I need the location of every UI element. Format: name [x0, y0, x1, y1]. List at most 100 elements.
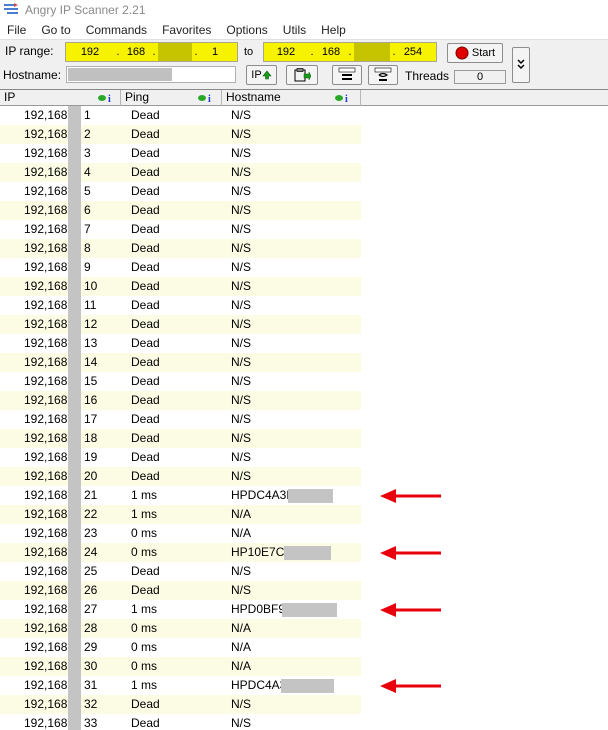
- ip-prefix: 192,168,: [24, 640, 71, 654]
- ip-last-octet: 30: [84, 659, 98, 673]
- ping-value: 1 ms: [131, 602, 158, 616]
- ip-prefix: 192,168,: [24, 355, 71, 369]
- status-alive-icon: [4, 621, 20, 637]
- ip-last-octet: 3: [84, 146, 91, 160]
- ip-prefix: 192,168,: [24, 127, 71, 141]
- annotation-arrow: [380, 603, 442, 617]
- paste-button[interactable]: [286, 65, 318, 85]
- redacted-ip-octet: [68, 239, 81, 258]
- svg-text:i: i: [345, 94, 348, 103]
- ip-button-label: IP: [251, 69, 262, 81]
- status-dead-icon: [4, 412, 20, 428]
- class-c-next-button[interactable]: [368, 65, 398, 85]
- table-row[interactable]: 192,168, 19 Dead N/S: [0, 448, 361, 467]
- status-dead-icon: [4, 336, 20, 352]
- ip-lookup-button[interactable]: IP: [246, 65, 277, 85]
- redacted-ip-octet: [68, 315, 81, 334]
- redacted-ip-octet: [68, 676, 81, 695]
- table-row[interactable]: 192,168, 12 Dead N/S: [0, 315, 361, 334]
- table-row[interactable]: 192,168, 15 Dead N/S: [0, 372, 361, 391]
- table-row[interactable]: 192,168, 30 0 ms N/A: [0, 657, 361, 676]
- table-row[interactable]: 192,168, 14 Dead N/S: [0, 353, 361, 372]
- status-dead-icon: [4, 165, 20, 181]
- table-row[interactable]: 192,168, 25 Dead N/S: [0, 562, 361, 581]
- svg-text:i: i: [108, 94, 111, 103]
- table-row[interactable]: 192,168, 1 Dead N/S: [0, 106, 361, 125]
- ip-last-octet: 18: [84, 431, 98, 445]
- ping-value: Dead: [131, 279, 160, 293]
- table-row[interactable]: 192,168, 13 Dead N/S: [0, 334, 361, 353]
- table-row[interactable]: 192,168, 6 Dead N/S: [0, 201, 361, 220]
- ping-value: Dead: [131, 450, 160, 464]
- status-dead-icon: [4, 241, 20, 257]
- class-c-previous-button[interactable]: [332, 65, 362, 85]
- menu-utils[interactable]: Utils: [283, 23, 306, 37]
- ip-last-octet: 33: [84, 716, 98, 730]
- menu-help[interactable]: Help: [321, 23, 346, 37]
- from-octet-4: 1: [211, 46, 219, 58]
- table-row[interactable]: 192,168, 3 Dead N/S: [0, 144, 361, 163]
- sort-info-icon: i: [198, 94, 211, 103]
- ip-prefix: 192,168,: [24, 184, 71, 198]
- menu-favorites[interactable]: Favorites: [162, 23, 211, 37]
- table-row[interactable]: 192,168, 21 1 ms HPDC4A3E: [0, 486, 361, 505]
- octet-separator: .: [310, 46, 314, 58]
- redacted-ip-octet: [68, 619, 81, 638]
- hostname-value: N/S: [231, 317, 252, 331]
- menu-file[interactable]: File: [7, 23, 26, 37]
- table-row[interactable]: 192,168, 10 Dead N/S: [0, 277, 361, 296]
- collapse-toolbar-button[interactable]: [512, 47, 530, 83]
- table-row[interactable]: 192,168, 26 Dead N/S: [0, 581, 361, 600]
- menu-goto[interactable]: Go to: [41, 23, 70, 37]
- table-row[interactable]: 192,168, 11 Dead N/S: [0, 296, 361, 315]
- status-alive-icon: [4, 640, 20, 656]
- start-button[interactable]: Start: [447, 43, 503, 63]
- status-alive-icon: [4, 488, 20, 504]
- table-row[interactable]: 192,168, 18 Dead N/S: [0, 429, 361, 448]
- table-row[interactable]: 192,168, 29 0 ms N/A: [0, 638, 361, 657]
- ip-range-to-input[interactable]: 192 . 168 . . 254: [263, 42, 437, 62]
- table-row[interactable]: 192,168, 17 Dead N/S: [0, 410, 361, 429]
- table-row[interactable]: 192,168, 31 1 ms HPDC4A3: [0, 676, 361, 695]
- column-header-hostname[interactable]: Hostname i: [222, 90, 361, 106]
- annotation-arrow: [380, 489, 442, 503]
- table-row[interactable]: 192,168, 23 0 ms N/A: [0, 524, 361, 543]
- table-row[interactable]: 192,168, 5 Dead N/S: [0, 182, 361, 201]
- ip-last-octet: 6: [84, 203, 91, 217]
- column-header-ping[interactable]: Ping i: [121, 90, 222, 106]
- sort-info-icon: i: [335, 94, 348, 103]
- table-row[interactable]: 192,168, 33 Dead N/S: [0, 714, 361, 730]
- hostname-input[interactable]: [66, 66, 236, 83]
- menu-options[interactable]: Options: [226, 23, 267, 37]
- ping-value: Dead: [131, 146, 160, 160]
- ip-last-octet: 29: [84, 640, 98, 654]
- redacted-ip-octet: [68, 695, 81, 714]
- table-row[interactable]: 192,168, 7 Dead N/S: [0, 220, 361, 239]
- menu-commands[interactable]: Commands: [86, 23, 147, 37]
- redacted-octet: [354, 43, 390, 61]
- hostname-value: N/S: [231, 222, 252, 236]
- to-label: to: [244, 46, 254, 58]
- ping-value: Dead: [131, 108, 160, 122]
- table-row[interactable]: 192,168, 4 Dead N/S: [0, 163, 361, 182]
- hostname-value: N/A: [231, 659, 252, 673]
- table-row[interactable]: 192,168, 16 Dead N/S: [0, 391, 361, 410]
- table-row[interactable]: 192,168, 8 Dead N/S: [0, 239, 361, 258]
- ping-value: Dead: [131, 184, 160, 198]
- ip-prefix: 192,168,: [24, 298, 71, 312]
- table-row[interactable]: 192,168, 24 0 ms HP10E7C6: [0, 543, 361, 562]
- column-header-ip[interactable]: IP i: [0, 90, 121, 106]
- table-row[interactable]: 192,168, 32 Dead N/S: [0, 695, 361, 714]
- table-row[interactable]: 192,168, 22 1 ms N/A: [0, 505, 361, 524]
- ip-prefix: 192,168,: [24, 507, 71, 521]
- ip-prefix: 192,168,: [24, 697, 71, 711]
- table-row[interactable]: 192,168, 28 0 ms N/A: [0, 619, 361, 638]
- table-row[interactable]: 192,168, 9 Dead N/S: [0, 258, 361, 277]
- status-alive-icon: [4, 659, 20, 675]
- table-row[interactable]: 192,168, 20 Dead N/S: [0, 467, 361, 486]
- table-row[interactable]: 192,168, 2 Dead N/S: [0, 125, 361, 144]
- ip-range-from-input[interactable]: 192 . 168 . . 1: [65, 42, 238, 62]
- redacted-ip-octet: [68, 106, 81, 125]
- table-row[interactable]: 192,168, 27 1 ms HPD0BF9: [0, 600, 361, 619]
- ping-value: 1 ms: [131, 678, 158, 692]
